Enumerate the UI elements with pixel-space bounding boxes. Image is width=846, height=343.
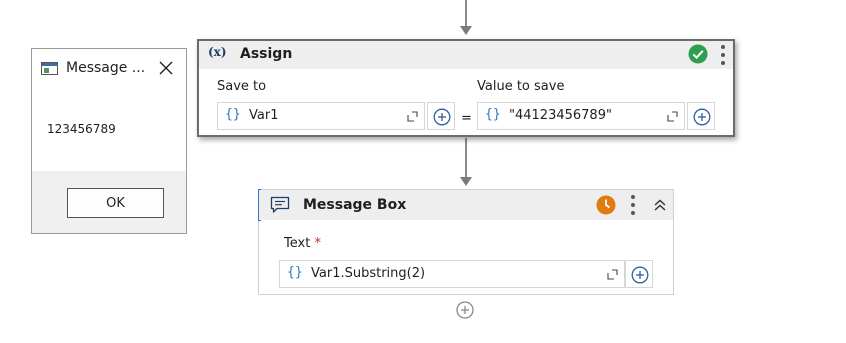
collapse-icon[interactable] — [653, 198, 667, 212]
message-box-activity[interactable]: Message Box Text * {} Var1.Substring(2) — [258, 189, 674, 295]
expand-editor-icon[interactable] — [407, 111, 418, 122]
value-plus-button[interactable] — [687, 102, 715, 130]
expand-editor-icon[interactable] — [667, 111, 678, 122]
dialog-titlebar: Message ... — [32, 49, 186, 89]
required-asterisk: * — [314, 236, 321, 251]
value-to-save-field[interactable]: {} "44123456789" — [477, 102, 685, 130]
expression-brace-icon: {} — [225, 107, 241, 122]
expression-brace-icon: {} — [485, 107, 501, 122]
expression-brace-icon: {} — [287, 265, 303, 280]
text-plus-button[interactable] — [625, 260, 653, 288]
app-window-icon — [41, 62, 58, 75]
assign-header[interactable]: (x) Assign — [199, 41, 733, 69]
save-to-value: Var1 — [249, 108, 279, 123]
save-to-label: Save to — [217, 79, 267, 94]
add-activity-button[interactable] — [456, 301, 474, 319]
check-icon — [688, 44, 708, 64]
variable-icon: (x) — [208, 45, 227, 59]
ok-button-label: OK — [106, 195, 125, 211]
plus-circle-icon — [433, 108, 451, 126]
expand-editor-icon[interactable] — [607, 269, 618, 280]
dialog-message: 123456789 — [47, 122, 116, 136]
text-label: Text * — [284, 236, 321, 251]
assign-title: Assign — [240, 46, 293, 62]
close-icon[interactable] — [158, 60, 174, 76]
value-to-save-label: Value to save — [477, 79, 565, 94]
connector-top-arrow — [460, 26, 472, 35]
more-options-icon[interactable] — [630, 195, 636, 215]
plus-circle-icon — [631, 266, 649, 284]
more-options-icon[interactable] — [720, 45, 726, 65]
text-field-value: Var1.Substring(2) — [311, 266, 426, 281]
dialog-title: Message ... — [66, 60, 146, 76]
equals-sign: = — [461, 111, 472, 126]
assign-activity[interactable]: (x) Assign Save to {} Var1 = Value to sa… — [197, 39, 735, 137]
connector-top — [465, 0, 467, 26]
message-box-header[interactable]: Message Box — [259, 190, 673, 220]
message-box-title: Message Box — [303, 197, 407, 213]
message-icon — [270, 196, 290, 213]
text-label-text: Text — [284, 236, 311, 251]
save-to-plus-button[interactable] — [427, 102, 455, 130]
connector-middle-arrow — [460, 177, 472, 186]
plus-circle-icon — [693, 108, 711, 126]
text-field[interactable]: {} Var1.Substring(2) — [279, 260, 625, 288]
message-dialog: Message ... 123456789 OK — [31, 48, 187, 234]
value-to-save-value: "44123456789" — [509, 108, 612, 123]
ok-button[interactable]: OK — [67, 188, 164, 218]
connector-middle — [465, 138, 467, 178]
clock-icon — [596, 195, 616, 215]
save-to-field[interactable]: {} Var1 — [217, 102, 425, 130]
